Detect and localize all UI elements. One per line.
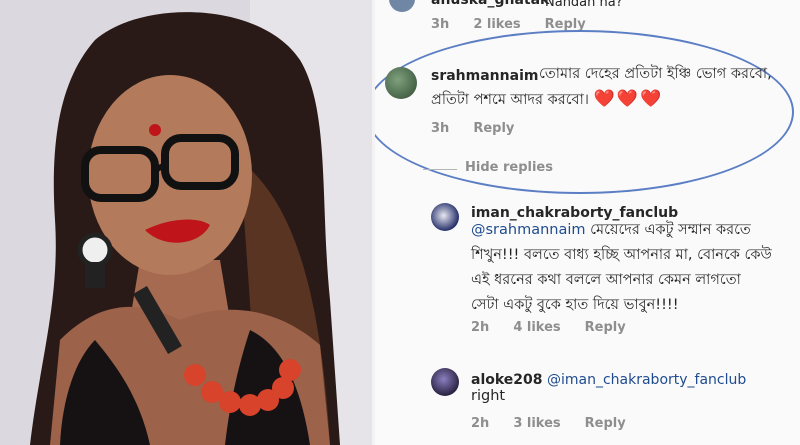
comment-text: Nandan na?	[545, 0, 623, 10]
avatar[interactable]	[385, 67, 417, 99]
reply-button[interactable]: Reply	[585, 320, 626, 335]
comment-time: 2h	[471, 320, 490, 335]
divider-line	[423, 169, 457, 170]
comment-username[interactable]: srahmannaim	[431, 68, 538, 84]
profile-photo	[0, 0, 372, 445]
reply-button[interactable]: Reply	[473, 121, 514, 136]
mention-link[interactable]: @iman_chakraborty_fanclub	[547, 372, 746, 388]
mention-link[interactable]: @srahmannaim	[471, 222, 586, 238]
comment-time: 2h	[471, 416, 490, 431]
comment-text: মেয়েদের একটু সম্মান করতে	[585, 222, 751, 238]
comment-text-line: তোমার দেহের প্রতিটা ইঞ্চি ভোগ করবো,	[539, 66, 772, 82]
comment-time: 3h	[431, 121, 450, 136]
avatar[interactable]	[431, 368, 459, 396]
comment-likes[interactable]: 3 likes	[513, 416, 560, 431]
comment-text-line: aloke208 @iman_chakraborty_fanclub	[471, 368, 746, 393]
comment-text: প্রতিটা পশমে আদর করবো।	[431, 92, 589, 108]
reply-button[interactable]: Reply	[585, 416, 626, 431]
comment-text-line: সেটা একটু বুকে হাত দিয়ে ভাবুন!!!!	[471, 297, 679, 313]
comment-text: right	[471, 388, 506, 404]
hide-replies-button[interactable]: Hide replies	[465, 160, 553, 175]
comment-text-line: এই ধরনের কথা বললে আপনার কেমন লাগতো	[471, 272, 741, 288]
comment-text-line: প্রতিটা পশমে আদর করবো। ❤️❤️❤️	[431, 87, 663, 113]
comment-username[interactable]: anuska_ghatak	[431, 0, 549, 8]
comment-meta: 3h Reply	[431, 121, 538, 136]
comment-meta: 2h 4 likes Reply	[471, 320, 650, 335]
comment-likes[interactable]: 2 likes	[473, 17, 520, 32]
heart-emoji: ❤️❤️❤️	[593, 89, 664, 109]
comment-time: 3h	[431, 17, 450, 32]
comment-meta: 2h 3 likes Reply	[471, 416, 650, 431]
comment-likes[interactable]: 4 likes	[513, 320, 560, 335]
avatar[interactable]	[389, 0, 415, 12]
comment-text-line: @srahmannaim মেয়েদের একটু সম্মান করতে	[471, 218, 751, 243]
comments-panel[interactable]: anuska_ghatak Nandan na? 3h 2 likes Reply …	[375, 0, 800, 445]
avatar[interactable]	[431, 203, 459, 231]
comment-text-line: শিখুন!!! বলতে বাধ্য হচ্ছি আপনার মা, বোনক…	[471, 247, 772, 263]
